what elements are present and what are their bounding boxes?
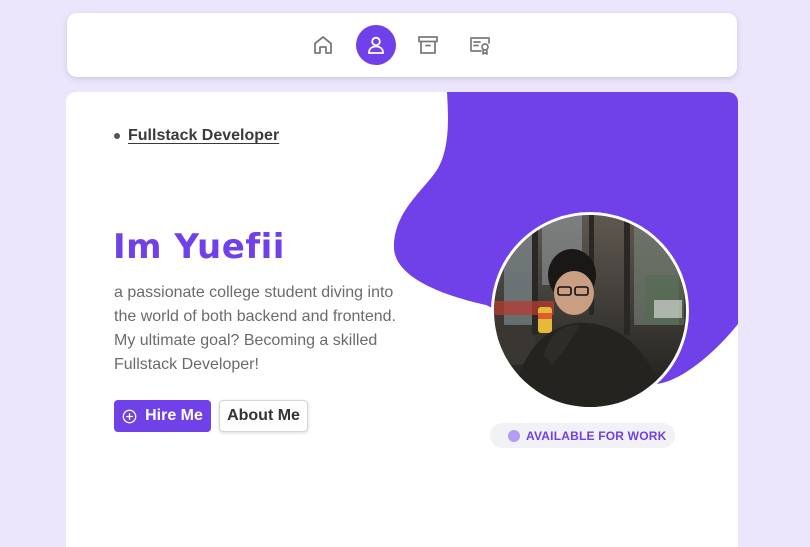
hire-me-label: Hire Me [145,407,203,424]
certificate-icon [470,37,490,55]
profile-photo [491,212,689,410]
about-me-button[interactable]: About Me [219,400,308,432]
availability-badge: AVAILABLE FOR WORK [490,423,675,448]
role-link[interactable]: Fullstack Developer [128,127,279,145]
nav-profile-button[interactable] [356,25,396,65]
nav-projects-button[interactable] [408,25,448,65]
user-icon [368,36,384,54]
archive-icon [418,36,438,54]
about-me-label: About Me [227,407,300,424]
top-navbar [67,13,737,77]
photo-illustration [494,215,686,407]
role-item: Fullstack Developer [114,127,279,145]
nav-home-button[interactable] [303,25,343,65]
hero-intro: a passionate college student diving into… [114,284,396,373]
nav-certificates-button[interactable] [460,25,500,65]
hero-headline: Im Yuefii [113,227,285,267]
availability-label: AVAILABLE FOR WORK [526,428,667,443]
bullet-dot [114,133,120,139]
plus-circle-icon [122,409,137,423]
status-dot [508,429,520,442]
hire-me-button[interactable]: Hire Me [114,400,211,432]
hero-card: Fullstack Developer Im Yuefii a passiona… [66,92,738,547]
home-icon [314,36,332,54]
